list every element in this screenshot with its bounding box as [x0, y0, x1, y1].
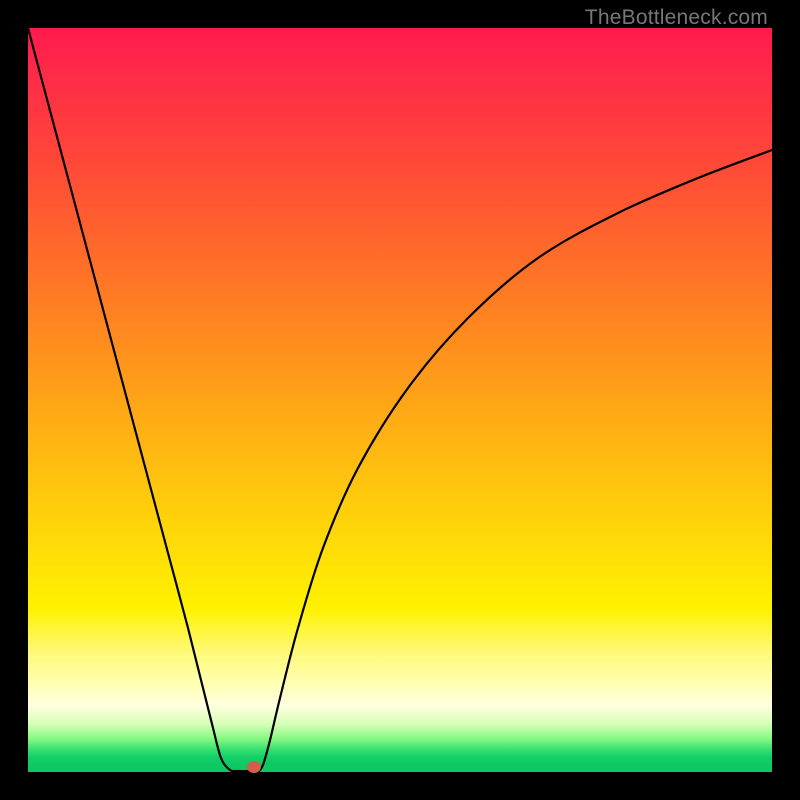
bottleneck-curve: [28, 28, 772, 772]
optimum-marker: [247, 761, 261, 773]
chart-frame: TheBottleneck.com: [0, 0, 800, 800]
plot-area: [28, 28, 772, 772]
watermark-text: TheBottleneck.com: [585, 6, 768, 30]
curve-path: [28, 28, 772, 772]
